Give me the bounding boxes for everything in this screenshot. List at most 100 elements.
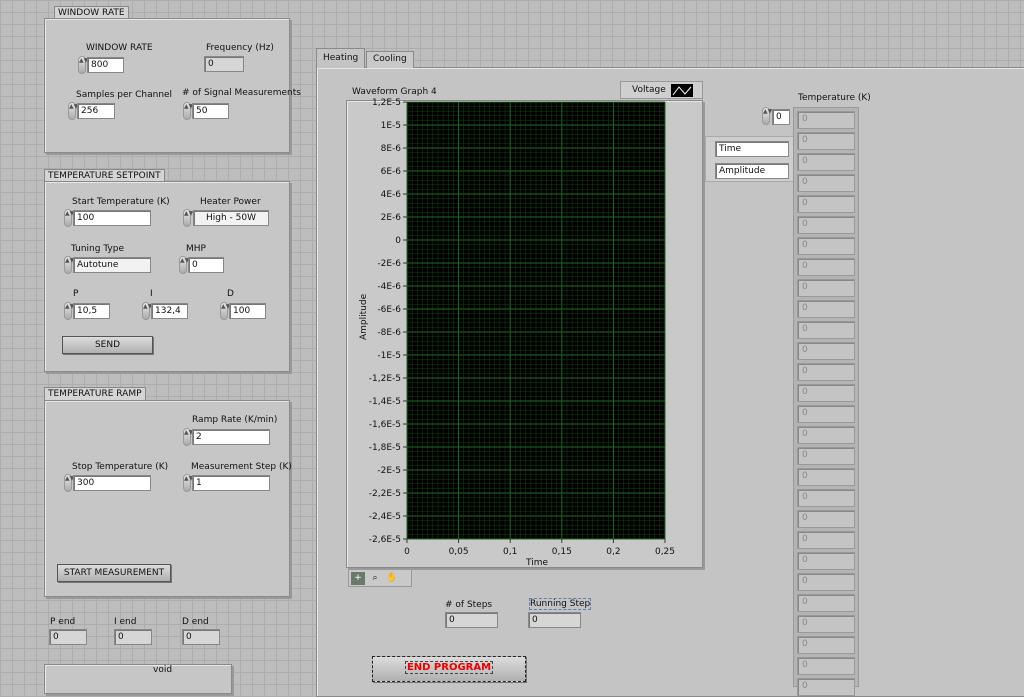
p-input[interactable]: 10,5 bbox=[73, 303, 110, 319]
measurement-step-input[interactable]: 1 bbox=[192, 475, 270, 491]
y-tick-label: 1E-5 bbox=[381, 121, 401, 131]
x-tick-label: 0,15 bbox=[552, 547, 572, 557]
y-tick-label: -2,6E-5 bbox=[369, 535, 401, 545]
temperature-array-element: 0 bbox=[797, 468, 855, 486]
y-tick-label: 0 bbox=[395, 236, 401, 246]
signal-measurements-input[interactable]: 50 bbox=[192, 103, 229, 119]
ramp-rate-input[interactable]: 2 bbox=[192, 429, 270, 445]
array-index-spinner[interactable]: ▲▼ bbox=[762, 107, 772, 125]
y-tick-label: -2,4E-5 bbox=[369, 512, 401, 522]
start-temp-input[interactable]: 100 bbox=[73, 210, 151, 226]
temperature-array-element: 0 bbox=[797, 237, 855, 255]
temperature-array-element: 0 bbox=[797, 657, 855, 675]
p-end-indicator: 0 bbox=[49, 629, 87, 645]
y-tick-label: 8E-6 bbox=[381, 144, 402, 154]
y-axis-label: Amplitude bbox=[359, 293, 369, 340]
tab-cooling[interactable]: Cooling bbox=[366, 51, 414, 68]
temperature-array-element: 0 bbox=[797, 300, 855, 318]
steps-indicator: 0 bbox=[445, 612, 498, 628]
temperature-array-element: 0 bbox=[797, 153, 855, 171]
steps-label: # of Steps bbox=[445, 600, 493, 610]
d-input[interactable]: 100 bbox=[229, 303, 266, 319]
frequency-label: Frequency (Hz) bbox=[206, 43, 274, 53]
temperature-array-element: 0 bbox=[797, 363, 855, 381]
x-tick-label: 0,05 bbox=[449, 547, 469, 557]
i-spinner[interactable]: ▲▼ bbox=[142, 302, 152, 320]
temperature-array-element: 0 bbox=[797, 615, 855, 633]
start-temp-spinner[interactable]: ▲▼ bbox=[64, 209, 74, 227]
temperature-array-element: 0 bbox=[797, 111, 855, 129]
x-tick-label: 0,2 bbox=[606, 547, 620, 557]
x-tick-label: 0 bbox=[404, 547, 410, 557]
start-measurement-button[interactable]: START MEASUREMENT bbox=[57, 564, 171, 582]
y-tick-label: 4E-6 bbox=[381, 190, 402, 200]
i-input[interactable]: 132,4 bbox=[151, 303, 188, 319]
heater-power-ring[interactable]: High - 50W bbox=[193, 210, 269, 226]
d-spinner[interactable]: ▲▼ bbox=[220, 302, 230, 320]
p-spinner[interactable]: ▲▼ bbox=[64, 302, 74, 320]
temperature-array-element: 0 bbox=[797, 174, 855, 192]
send-button[interactable]: SEND bbox=[62, 336, 153, 354]
temperature-array-element: 0 bbox=[797, 258, 855, 276]
i-end-label: I end bbox=[114, 617, 137, 627]
temperature-array-element: 0 bbox=[797, 384, 855, 402]
samples-input[interactable]: 256 bbox=[77, 103, 115, 119]
temperature-array: 0 0 0 0 0 0 0 0 0 0 0 0 0 0 0 0 0 0 0 0 0 0 0 0 0 0 0 0 bbox=[793, 107, 859, 696]
temperature-array-element: 0 bbox=[797, 531, 855, 549]
tuning-spinner[interactable]: ▲▼ bbox=[64, 256, 74, 274]
y-tick-label: 6E-6 bbox=[381, 167, 402, 177]
array-index-input[interactable]: 0 bbox=[772, 109, 790, 125]
window-rate-input[interactable]: 800 bbox=[87, 57, 124, 73]
d-end-indicator: 0 bbox=[182, 629, 220, 645]
zoom-tool-icon[interactable]: ⌕ bbox=[368, 572, 382, 585]
window-rate-label: WINDOW RATE bbox=[86, 43, 153, 53]
heater-power-label: Heater Power bbox=[200, 197, 261, 207]
running-step-label[interactable]: Running Step bbox=[528, 598, 592, 610]
mhp-input[interactable]: 0 bbox=[188, 257, 224, 273]
stop-temp-input[interactable]: 300 bbox=[73, 475, 151, 491]
temperature-array-element: 0 bbox=[797, 426, 855, 444]
amplitude-scale-field[interactable]: Amplitude bbox=[715, 163, 789, 179]
temperature-array-element: 0 bbox=[797, 510, 855, 528]
step-spinner[interactable]: ▲▼ bbox=[183, 474, 193, 492]
samples-label: Samples per Channel bbox=[76, 90, 173, 100]
temperature-array-element: 0 bbox=[797, 573, 855, 591]
p-end-label: P end bbox=[50, 617, 76, 627]
chart-svg[interactable]: 1,2E-5 1E-5 8E-6 6E-6 4E-6 2E-6 0 -2E-6 -4E-6 -6E… bbox=[346, 95, 703, 575]
y-tick-label: -1,4E-5 bbox=[369, 397, 401, 407]
ramp-rate-spinner[interactable]: ▲▼ bbox=[183, 428, 193, 446]
end-program-label: END PROGRAM bbox=[404, 661, 494, 674]
temperature-array-element: 0 bbox=[797, 447, 855, 465]
temperature-array-element: 0 bbox=[797, 405, 855, 423]
ramp-rate-label: Ramp Rate (K/min) bbox=[192, 415, 278, 425]
window-rate-panel bbox=[44, 18, 290, 153]
time-scale-field[interactable]: Time bbox=[715, 141, 789, 157]
y-tick-label: -4E-6 bbox=[377, 282, 401, 292]
mhp-label: MHP bbox=[186, 244, 206, 254]
tuning-type-label: Tuning Type bbox=[71, 244, 124, 254]
measurement-step-label: Measurement Step (K) bbox=[191, 462, 292, 472]
x-tick-label: 0,25 bbox=[655, 547, 675, 557]
tuning-type-ring[interactable]: Autotune bbox=[73, 257, 151, 273]
y-tick-label: -6E-6 bbox=[377, 305, 401, 315]
samples-spinner[interactable]: ▲▼ bbox=[68, 102, 78, 120]
stop-temp-spinner[interactable]: ▲▼ bbox=[64, 474, 74, 492]
tab-heating[interactable]: Heating bbox=[316, 48, 366, 68]
frequency-indicator: 0 bbox=[204, 56, 244, 72]
d-end-label: D end bbox=[182, 617, 209, 627]
heater-spinner[interactable]: ▲▼ bbox=[183, 209, 193, 227]
running-step-indicator: 0 bbox=[528, 612, 581, 628]
temperature-array-element: 0 bbox=[797, 132, 855, 150]
temperature-array-element: 0 bbox=[797, 489, 855, 507]
signal-spinner[interactable]: ▲▼ bbox=[183, 102, 193, 120]
end-program-button[interactable]: END PROGRAM bbox=[372, 656, 526, 682]
window-rate-spinner[interactable]: ▲▼ bbox=[78, 56, 88, 74]
mhp-spinner[interactable]: ▲▼ bbox=[179, 256, 189, 274]
void-label: void bbox=[153, 665, 173, 675]
y-tick-label: -1E-5 bbox=[377, 351, 401, 361]
cursor-tool-icon[interactable]: + bbox=[351, 572, 365, 585]
y-tick-label: 1,2E-5 bbox=[372, 98, 401, 108]
temperature-array-element: 0 bbox=[797, 678, 855, 696]
temperature-array-label: Temperature (K) bbox=[798, 93, 871, 103]
pan-hand-icon[interactable]: ✋ bbox=[385, 572, 399, 585]
